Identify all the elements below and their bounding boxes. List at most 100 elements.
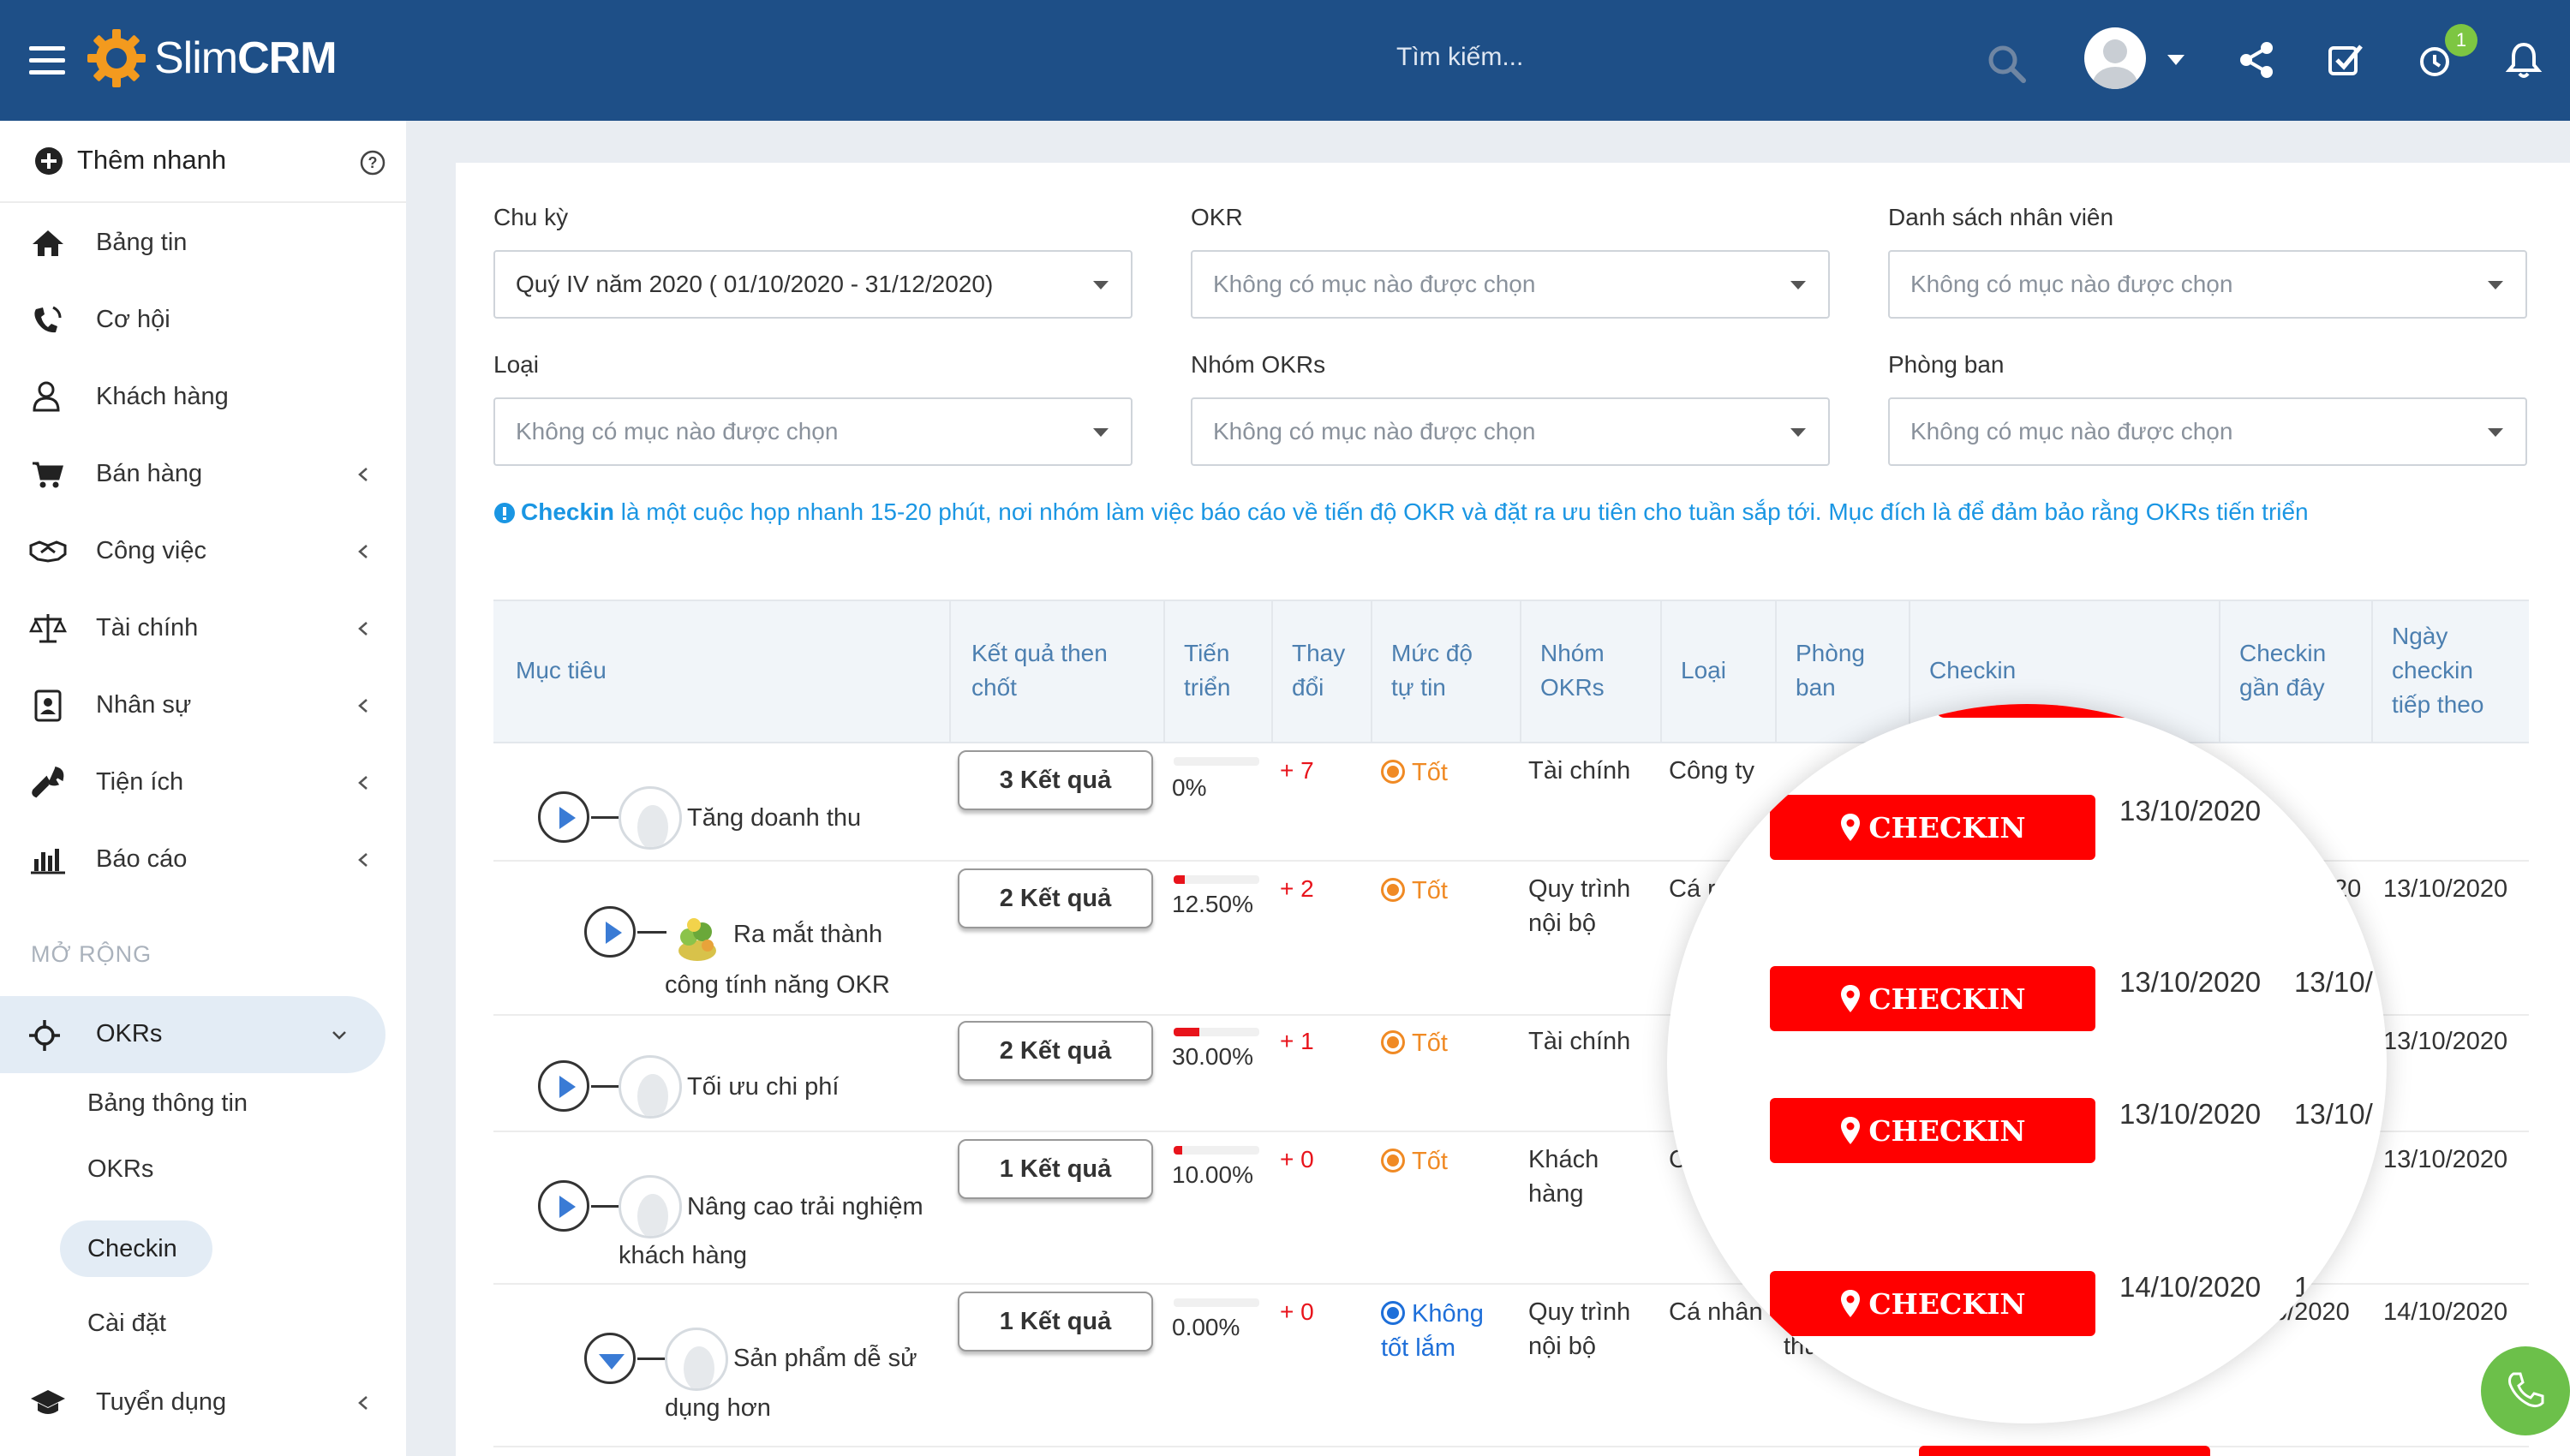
info-keyword: Checkin: [521, 498, 614, 525]
checkin-button-partial[interactable]: [1919, 1446, 2210, 1456]
sidebar-item-bao-cao[interactable]: Báo cáo: [0, 830, 406, 890]
goal-title[interactable]: Nâng cao trải nghiệm: [687, 1190, 923, 1224]
sidebar-item-bang-tin[interactable]: Bảng tin: [0, 213, 406, 273]
col-key-results[interactable]: Kết quả then chốt: [971, 636, 1108, 705]
expand-play-icon[interactable]: [538, 1180, 589, 1232]
sidebar-item-label: Bán hàng: [96, 460, 203, 487]
info-text: là một cuộc họp nhanh 15-20 phút, nơi nh…: [613, 498, 2309, 525]
key-results-button[interactable]: 2 Kết quả: [958, 868, 1153, 928]
change-value: + 0: [1280, 1146, 1314, 1173]
col-checkin[interactable]: Checkin: [1929, 653, 2016, 688]
gear-logo-icon: [87, 29, 146, 87]
search-icon[interactable]: [1986, 43, 2027, 84]
staff-select[interactable]: Không có mục nào được chọn: [1888, 250, 2527, 319]
sidebar-item-nhan-su[interactable]: Nhân sự: [0, 676, 406, 736]
confidence-label: Tốt: [1412, 1029, 1448, 1057]
okr-group-select[interactable]: Không có mục nào được chọn: [1191, 397, 1830, 466]
checkin-button[interactable]: CHECKIN: [1770, 1098, 2095, 1163]
sidebar-item-tuyen-dung[interactable]: Tuyển dụng: [0, 1373, 406, 1433]
sidebar-subitem-okrs[interactable]: OKRs: [87, 1155, 153, 1184]
person-avatar-icon: [665, 1328, 728, 1391]
type-select[interactable]: Không có mục nào được chọn: [493, 397, 1133, 466]
progress-bar: [1174, 757, 1259, 766]
help-icon[interactable]: ?: [360, 150, 386, 176]
progress-percent: 0%: [1172, 774, 1207, 801]
chevron-down-icon[interactable]: [2166, 53, 2186, 67]
col-confidence[interactable]: Mức độ tự tin: [1391, 636, 1473, 705]
col-progress[interactable]: Tiến triển: [1184, 636, 1230, 705]
key-results-button[interactable]: 3 Kết quả: [958, 750, 1153, 810]
chevron-left-icon: [358, 853, 368, 867]
sidebar-item-label: Công việc: [96, 537, 206, 564]
okr-select[interactable]: Không có mục nào được chọn: [1191, 250, 1830, 319]
confidence-label: Tốt: [1412, 877, 1448, 904]
checkin-button[interactable]: CHECKIN: [1770, 1271, 2095, 1336]
goal-title-line2: dụng hơn: [665, 1394, 771, 1422]
phone-icon: [34, 306, 62, 333]
recent-checkin-date: 13/10/2020: [2119, 966, 2262, 998]
map-pin-icon: [1841, 814, 1861, 841]
call-button[interactable]: [2481, 1346, 2570, 1435]
bell-icon[interactable]: [2501, 38, 2546, 82]
next-checkin-date: 1: [2294, 1271, 2310, 1303]
col-department[interactable]: Phòng ban: [1796, 636, 1865, 705]
col-type[interactable]: Loại: [1681, 653, 1726, 688]
user-avatar[interactable]: [2084, 27, 2146, 89]
sidebar-item-okrs[interactable]: OKRs: [0, 996, 386, 1073]
sidebar-subitem-label: Checkin: [87, 1235, 177, 1262]
col-okr-group[interactable]: Nhóm OKRs: [1540, 636, 1605, 705]
sidebar-item-ban-hang[interactable]: Bán hàng: [0, 445, 406, 504]
okr-label: OKR: [1191, 204, 1243, 230]
sidebar-item-label: Báo cáo: [96, 845, 188, 873]
expand-play-icon[interactable]: [538, 1060, 589, 1112]
sidebar-item-co-hoi[interactable]: Cơ hội: [0, 290, 406, 350]
confidence-label: Không tốt lắm: [1381, 1300, 1484, 1362]
expand-play-icon[interactable]: [584, 906, 636, 958]
col-goal[interactable]: Mục tiêu: [516, 653, 607, 688]
crosshair-icon: [29, 1020, 60, 1051]
key-results-button[interactable]: 1 Kết quả: [958, 1139, 1153, 1199]
menu-icon[interactable]: [29, 46, 65, 77]
user-icon: [33, 381, 60, 412]
expand-play-icon[interactable]: [538, 791, 589, 843]
department-select[interactable]: Không có mục nào được chọn: [1888, 397, 2527, 466]
progress-bar: [1174, 875, 1259, 884]
staff-value: Không có mục nào được chọn: [1910, 271, 2233, 297]
progress-percent: 12.50%: [1172, 891, 1253, 917]
col-next-checkin[interactable]: Ngày checkin tiếp theo: [2392, 619, 2483, 722]
sidebar-item-cong-viec[interactable]: Công việc: [0, 522, 406, 582]
confidence-radio-icon: [1381, 760, 1405, 784]
caret-down-icon: [2488, 281, 2503, 289]
search-input[interactable]: Tìm kiếm...: [1396, 43, 1523, 72]
goal-title[interactable]: Tăng doanh thu: [687, 801, 861, 835]
key-results-button[interactable]: 1 Kết quả: [958, 1292, 1153, 1352]
sidebar-item-tai-chinh[interactable]: Tài chính: [0, 599, 406, 659]
collapse-chevron-icon[interactable]: [584, 1333, 636, 1384]
checkin-button[interactable]: CHECKIN: [1770, 966, 2095, 1031]
checkin-button-partial[interactable]: [1936, 704, 2150, 718]
sidebar-item-tien-ich[interactable]: Tiện ích: [0, 753, 406, 813]
cycle-select[interactable]: Quý IV năm 2020 ( 01/10/2020 - 31/12/202…: [493, 250, 1133, 319]
share-icon[interactable]: [2234, 38, 2279, 82]
goal-title[interactable]: Ra mắt thành: [733, 917, 882, 952]
sidebar-item-khach-hang[interactable]: Khách hàng: [0, 367, 406, 427]
goal-title-line2: khách hàng: [619, 1242, 747, 1269]
checkin-button[interactable]: CHECKIN: [1770, 795, 2095, 860]
chevron-left-icon: [358, 1396, 368, 1410]
progress-bar: [1174, 1146, 1259, 1155]
goal-title[interactable]: Tối ưu chi phí: [687, 1070, 839, 1104]
sidebar-subitem-bang-thong-tin[interactable]: Bảng thông tin: [87, 1089, 248, 1118]
goal-title[interactable]: Sản phẩm dễ sử: [733, 1341, 917, 1375]
progress-fill: [1174, 875, 1185, 884]
type-label: Loại: [493, 351, 539, 378]
sidebar-subitem-cai-dat[interactable]: Cài đặt: [87, 1310, 166, 1338]
progress-fill: [1174, 1028, 1199, 1036]
quick-add[interactable]: Thêm nhanh ?: [0, 121, 406, 203]
logo[interactable]: SlimCRM: [86, 24, 338, 92]
col-change[interactable]: Thay đổi: [1292, 636, 1345, 705]
magnifier-lens: CHECKIN 13/10/2020 CHECKIN 13/10/2020 13…: [1667, 704, 2387, 1423]
key-results-button[interactable]: 2 Kết quả: [958, 1021, 1153, 1081]
sidebar-subitem-checkin[interactable]: Checkin: [60, 1220, 212, 1277]
col-recent-checkin[interactable]: Checkin gần đây: [2239, 636, 2326, 705]
task-check-icon[interactable]: [2323, 38, 2368, 82]
